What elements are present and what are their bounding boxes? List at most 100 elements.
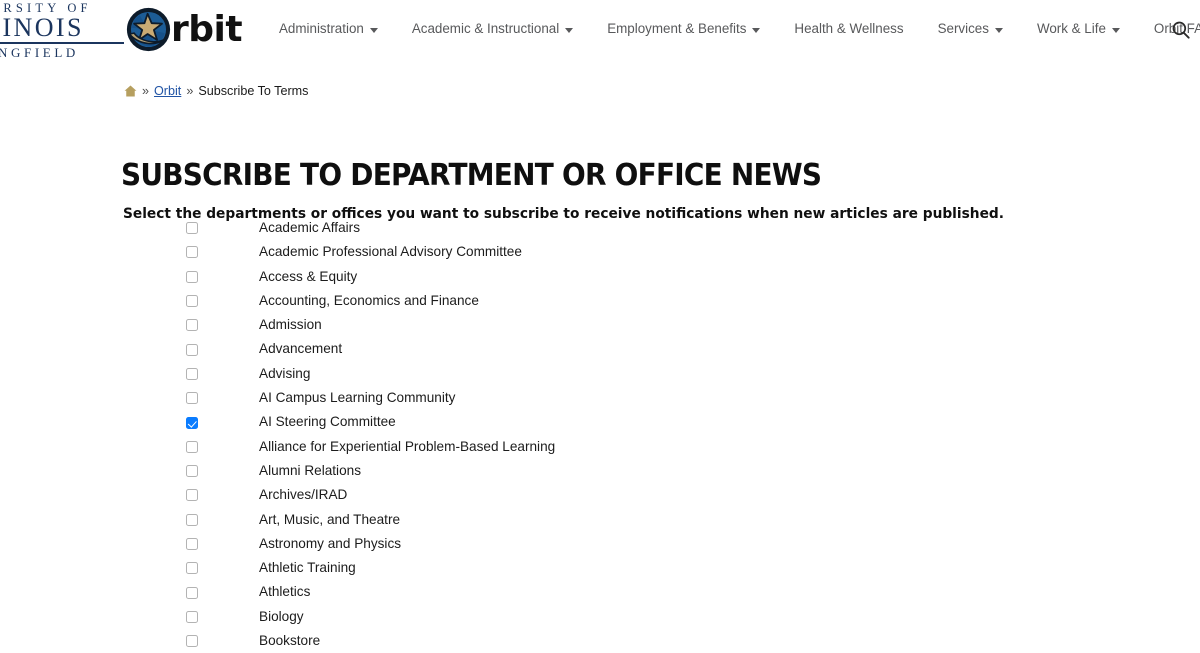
main-navigation: Administration Academic & Instructional … xyxy=(262,0,1200,58)
department-row: Astronomy and Physics xyxy=(0,532,1200,556)
department-label[interactable]: AI Campus Learning Community xyxy=(259,386,455,410)
department-label[interactable]: Alumni Relations xyxy=(259,459,361,483)
university-logo[interactable]: VERSITY OF LINOIS INGFIELD xyxy=(0,1,128,60)
department-checkbox[interactable] xyxy=(186,246,198,259)
department-checkbox[interactable] xyxy=(186,440,198,453)
department-checkbox[interactable] xyxy=(186,319,198,332)
department-label[interactable]: Academic Professional Advisory Committee xyxy=(259,240,522,264)
department-row: Bookstore xyxy=(0,629,1200,653)
department-row: Advising xyxy=(0,362,1200,386)
department-row: Advancement xyxy=(0,337,1200,361)
department-checkbox[interactable] xyxy=(186,562,198,575)
department-checkbox-cell xyxy=(0,440,259,453)
nav-item-label: Administration xyxy=(279,21,364,36)
search-icon[interactable] xyxy=(1170,19,1192,41)
department-checkbox[interactable] xyxy=(186,343,198,356)
nav-item-academic-instructional[interactable]: Academic & Instructional xyxy=(395,0,590,58)
department-row: Accounting, Economics and Finance xyxy=(0,289,1200,313)
home-icon[interactable] xyxy=(124,85,137,97)
chevron-down-icon xyxy=(1111,27,1120,33)
nav-item-work-life[interactable]: Work & Life xyxy=(1020,0,1137,58)
department-checkbox-cell xyxy=(0,416,259,429)
department-checkbox[interactable] xyxy=(186,295,198,308)
department-checkbox[interactable] xyxy=(186,392,198,405)
department-row: Alliance for Experiential Problem-Based … xyxy=(0,435,1200,459)
department-checkbox[interactable] xyxy=(186,416,198,429)
university-logo-rule xyxy=(0,42,124,44)
department-checkbox-list: Academic Affairs Academic Professional Ad… xyxy=(0,216,1200,653)
nav-item-label: Health & Wellness xyxy=(794,21,904,36)
department-checkbox-cell xyxy=(0,610,259,623)
department-row: Biology xyxy=(0,605,1200,629)
department-row: Alumni Relations xyxy=(0,459,1200,483)
department-label[interactable]: Athletics xyxy=(259,580,310,604)
department-row: Art, Music, and Theatre xyxy=(0,508,1200,532)
department-checkbox-cell xyxy=(0,635,259,648)
department-checkbox[interactable] xyxy=(186,367,198,380)
department-checkbox[interactable] xyxy=(186,538,198,550)
department-label[interactable]: Accounting, Economics and Finance xyxy=(259,289,479,313)
department-checkbox-cell xyxy=(0,392,259,405)
department-checkbox[interactable] xyxy=(186,222,198,235)
nav-item-label: Employment & Benefits xyxy=(607,21,747,36)
department-checkbox-cell xyxy=(0,222,259,235)
department-checkbox[interactable] xyxy=(186,610,198,623)
nav-item-services[interactable]: Services xyxy=(921,0,1020,58)
department-checkbox-cell xyxy=(0,586,259,599)
department-checkbox[interactable] xyxy=(186,635,198,648)
department-checkbox[interactable] xyxy=(186,270,198,283)
department-checkbox[interactable] xyxy=(186,586,198,599)
department-checkbox[interactable] xyxy=(186,489,198,502)
department-checkbox-cell xyxy=(0,367,259,380)
orbit-brand-logo[interactable]: rbit xyxy=(126,7,243,52)
department-label[interactable]: Archives/IRAD xyxy=(259,483,347,507)
department-checkbox[interactable] xyxy=(186,465,198,478)
department-checkbox[interactable] xyxy=(186,513,198,526)
department-label[interactable]: Athletic Training xyxy=(259,556,356,580)
department-label[interactable]: Access & Equity xyxy=(259,265,357,289)
department-checkbox-cell xyxy=(0,343,259,356)
department-label[interactable]: AI Steering Committee xyxy=(259,410,396,434)
department-checkbox-cell xyxy=(0,246,259,259)
breadcrumb-link-orbit[interactable]: Orbit xyxy=(154,84,181,98)
nav-item-health-wellness[interactable]: Health & Wellness xyxy=(777,0,920,58)
department-checkbox-cell xyxy=(0,270,259,283)
department-row: Access & Equity xyxy=(0,265,1200,289)
department-checkbox-cell xyxy=(0,513,259,526)
department-label[interactable]: Biology xyxy=(259,605,304,629)
nav-item-administration[interactable]: Administration xyxy=(262,0,395,58)
department-row: Archives/IRAD xyxy=(0,483,1200,507)
chevron-down-icon xyxy=(752,27,761,33)
department-checkbox-cell xyxy=(0,489,259,502)
department-label[interactable]: Admission xyxy=(259,313,322,337)
breadcrumb: » Orbit » Subscribe To Terms xyxy=(124,84,308,98)
department-label[interactable]: Advancement xyxy=(259,337,342,361)
nav-item-label: Services xyxy=(937,21,989,36)
department-label[interactable]: Art, Music, and Theatre xyxy=(259,508,400,532)
university-logo-line2: LINOIS xyxy=(0,13,84,42)
page-title: SUBSCRIBE TO DEPARTMENT OR OFFICE NEWS xyxy=(121,158,822,194)
breadcrumb-separator-1: » xyxy=(142,84,150,98)
department-label[interactable]: Alliance for Experiential Problem-Based … xyxy=(259,435,555,459)
nav-item-label: Academic & Instructional xyxy=(411,21,560,36)
department-label[interactable]: Bookstore xyxy=(259,629,320,653)
nav-item-label: Work & Life xyxy=(1036,21,1106,36)
university-logo-line3: INGFIELD xyxy=(0,44,79,60)
chevron-down-icon xyxy=(994,27,1003,33)
nav-item-employment-benefits[interactable]: Employment & Benefits xyxy=(590,0,777,58)
department-checkbox-cell xyxy=(0,562,259,575)
department-label[interactable]: Astronomy and Physics xyxy=(259,532,401,556)
department-checkbox-cell xyxy=(0,465,259,478)
department-row: Athletic Training xyxy=(0,556,1200,580)
department-row: Academic Affairs xyxy=(0,216,1200,240)
chevron-down-icon xyxy=(369,27,378,33)
department-label[interactable]: Academic Affairs xyxy=(259,216,360,240)
breadcrumb-separator-2: » xyxy=(186,84,194,98)
site-header: VERSITY OF LINOIS INGFIELD rbit Administ… xyxy=(0,0,1200,60)
department-label[interactable]: Advising xyxy=(259,362,310,386)
department-checkbox-cell xyxy=(0,295,259,308)
department-checkbox-cell xyxy=(0,319,259,332)
department-row: Athletics xyxy=(0,580,1200,604)
department-row: Admission xyxy=(0,313,1200,337)
department-checkbox-cell xyxy=(0,538,259,550)
